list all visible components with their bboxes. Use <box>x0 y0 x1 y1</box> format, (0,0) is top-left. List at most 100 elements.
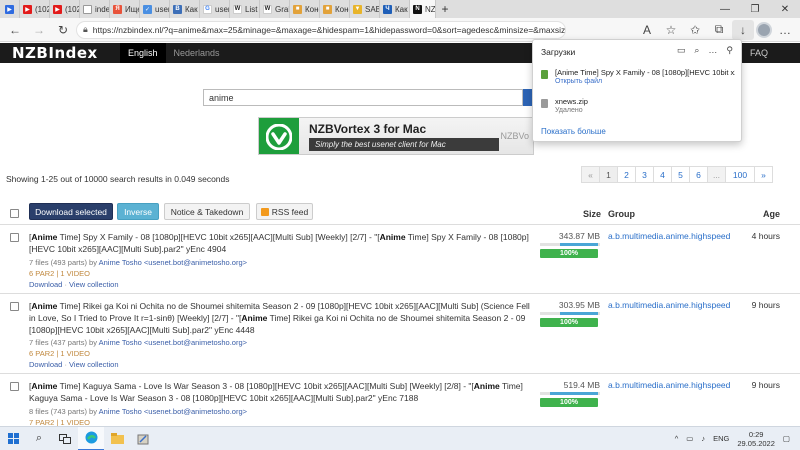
task-view-icon[interactable] <box>52 427 78 450</box>
page-5[interactable]: 5 <box>671 166 690 183</box>
network-icon[interactable]: ▭ <box>686 434 693 443</box>
result-title: [Anime Time] Spy X Family - 08 [1080p][H… <box>29 231 534 255</box>
column-size[interactable]: Size <box>583 209 601 219</box>
tab-7[interactable]: G usenet <box>200 0 230 18</box>
column-group[interactable]: Group <box>608 209 635 219</box>
size-bar <box>540 312 600 315</box>
inverse-button[interactable]: Inverse <box>117 203 159 220</box>
search-input[interactable]: anime <box>203 89 523 106</box>
collections-icon[interactable]: ⧉ <box>708 20 730 40</box>
ad-banner[interactable]: NZBVortex 3 for Mac Simply the best usen… <box>258 117 534 155</box>
notice-takedown-button[interactable]: Notice & Takedown <box>164 203 250 220</box>
tab-5[interactable]: ✓ usenet <box>140 0 170 18</box>
tab-9[interactable]: W GrabIt <box>260 0 290 18</box>
tab-8[interactable]: W List of <box>230 0 260 18</box>
downloads-icon[interactable]: ↓ <box>732 19 754 40</box>
maximize-icon[interactable]: ❐ <box>740 0 770 18</box>
nav-english[interactable]: English <box>120 43 166 63</box>
tab-12[interactable]: ▼ SABnz <box>350 0 380 18</box>
more-icon[interactable]: … <box>708 45 717 56</box>
lock-icon[interactable]: 🔒︎ <box>83 24 88 35</box>
row-checkbox[interactable] <box>10 302 19 311</box>
rss-feed-button[interactable]: RSS feed <box>256 203 313 220</box>
download-link[interactable]: Download <box>29 280 62 289</box>
view-collection-link[interactable]: View collection <box>69 280 118 289</box>
tab-11-label: Консо <box>335 4 349 14</box>
address-bar[interactable]: 🔒︎ https://nzbindex.nl/?q=anime&max=25&m… <box>76 20 566 39</box>
minimize-icon[interactable]: — <box>710 0 740 18</box>
nav-faq[interactable]: FAQ <box>750 43 768 63</box>
edge-browser-icon[interactable] <box>78 426 104 450</box>
page-prev[interactable]: « <box>581 166 600 183</box>
search-icon[interactable]: ⌕ <box>26 427 52 450</box>
page-6[interactable]: 6 <box>689 166 708 183</box>
file-explorer-icon[interactable] <box>104 427 130 450</box>
select-all-checkbox[interactable] <box>10 209 19 218</box>
profile-avatar[interactable] <box>756 21 772 38</box>
tab-1[interactable]: ▶ (102) S <box>20 0 50 18</box>
notification-icon[interactable]: ▢ <box>783 434 790 443</box>
folder-icon[interactable]: ▭ <box>677 45 686 56</box>
favorite-star-icon[interactable]: ☆ <box>660 20 682 40</box>
download-item[interactable]: [Anime Time] Spy X Family - 08 [1080p][H… <box>541 68 737 90</box>
column-age[interactable]: Age <box>763 209 780 219</box>
reload-icon[interactable]: ↻ <box>52 20 74 40</box>
page-2[interactable]: 2 <box>617 166 636 183</box>
tab-13-label: Как по <box>395 4 409 14</box>
site-logo[interactable]: NZBIndex <box>0 44 120 62</box>
group-link[interactable]: a.b.multimedia.anime.highspeed <box>608 231 730 241</box>
new-tab-button[interactable]: + <box>436 0 454 18</box>
page-1[interactable]: 1 <box>599 166 618 183</box>
group-link[interactable]: a.b.multimedia.anime.highspeed <box>608 300 730 310</box>
view-collection-link[interactable]: View collection <box>69 360 118 369</box>
poster-link[interactable]: Anime Tosho <usenet.bot@animetosho.org> <box>99 258 247 267</box>
download-link[interactable]: Download <box>29 360 62 369</box>
action-bar: Download selected Inverse Notice & Taked… <box>0 203 800 221</box>
more-menu-icon[interactable]: … <box>774 20 796 40</box>
open-file-link[interactable]: Открыть файл <box>555 78 602 85</box>
poster-link[interactable]: Anime Tosho <usenet.bot@animetosho.org> <box>99 338 247 347</box>
vk-icon: В <box>173 4 182 14</box>
poster-link[interactable]: Anime Tosho <usenet.bot@animetosho.org> <box>99 407 247 416</box>
table-row: [Anime Time] Spy X Family - 08 [1080p][H… <box>0 224 800 293</box>
tab-4[interactable]: Я Ищем <box>110 0 140 18</box>
show-more-link[interactable]: Показать больше <box>541 127 606 136</box>
page-4[interactable]: 4 <box>653 166 672 183</box>
download-selected-button[interactable]: Download selected <box>29 203 113 220</box>
group-link[interactable]: a.b.multimedia.anime.highspeed <box>608 380 730 390</box>
volume-icon[interactable]: ♪ <box>701 434 705 443</box>
language-indicator[interactable]: ENG <box>713 434 729 443</box>
tab-10[interactable]: ■ Консо <box>290 0 320 18</box>
search-icon[interactable]: ⌕ <box>694 45 699 56</box>
page-next[interactable]: » <box>754 166 773 183</box>
title-highlight: Anime <box>31 301 58 311</box>
size-bar <box>540 392 600 395</box>
close-icon[interactable]: ✕ <box>770 0 800 18</box>
read-aloud-icon[interactable]: A <box>636 20 658 40</box>
page-3[interactable]: 3 <box>635 166 654 183</box>
tab-14-active[interactable]: N NZ <box>410 0 436 18</box>
forward-arrow-icon[interactable]: → <box>28 20 50 40</box>
row-checkbox[interactable] <box>10 233 19 242</box>
result-links: Download · View collection <box>29 280 119 289</box>
favorites-list-icon[interactable]: ✩ <box>684 20 706 40</box>
tab-3[interactable]: index <box>80 0 110 18</box>
page-100[interactable]: 100 <box>725 166 755 183</box>
nav-nederlands[interactable]: Nederlands <box>166 43 228 63</box>
chevron-up-icon[interactable]: ^ <box>675 434 679 443</box>
tab-11[interactable]: ■ Консо <box>320 0 350 18</box>
tab-2[interactable]: ▶ (102) T <box>50 0 80 18</box>
back-arrow-icon[interactable]: ← <box>4 20 26 40</box>
windows-start-icon[interactable] <box>0 427 26 450</box>
tab-13[interactable]: Ч Как по <box>380 0 410 18</box>
yandex-icon: Я <box>113 4 122 14</box>
row-checkbox[interactable] <box>10 382 19 391</box>
tab-0-favicon-icon: ▶ <box>5 4 14 14</box>
tab-14-label: NZ <box>425 4 436 14</box>
clock[interactable]: 0:29 29.05.2022 <box>737 430 775 448</box>
tab-0[interactable]: ▶ <box>0 0 20 18</box>
pin-icon[interactable]: ⚲ <box>726 45 733 56</box>
app-icon[interactable] <box>130 427 156 450</box>
download-item[interactable]: xnews.zip Удалено <box>541 97 737 119</box>
tab-6[interactable]: В Как по <box>170 0 200 18</box>
